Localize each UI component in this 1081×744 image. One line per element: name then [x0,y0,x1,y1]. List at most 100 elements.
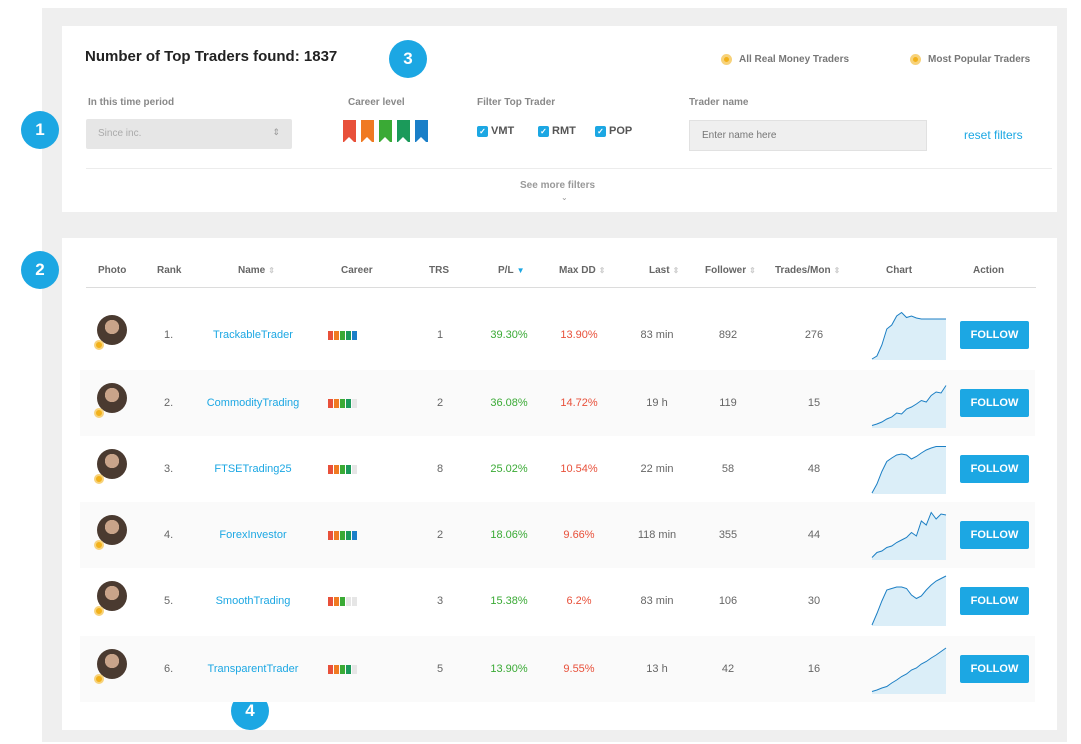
max-dd-value: 14.72% [560,397,598,409]
max-dd-value: 10.54% [560,463,598,475]
trader-name-link[interactable]: SmoothTrading [193,568,313,634]
sort-icon: ⇕ [598,266,606,275]
career-mini-ribbon [328,464,333,474]
career-mini-ribbons [328,436,357,502]
career-mini-ribbon [346,530,351,540]
trs-value: 2 [436,397,444,409]
pop-checkbox[interactable]: ✓ POP [595,125,632,137]
sort-desc-icon: ▼ [516,266,525,275]
trader-name-link[interactable]: TransparentTrader [193,636,313,702]
last-value: 83 min [640,329,674,341]
career-level-icon [328,464,357,474]
table-row: 2. CommodityTrading 2 36.08% 14.72% 19 h… [80,370,1035,436]
career-ribbon-icon[interactable] [397,120,410,143]
max-dd-value: 13.90% [560,329,598,341]
career-mini-ribbon [352,330,357,340]
career-mini-ribbon [346,398,351,408]
table-row: 5. SmoothTrading 3 15.38% 6.2% 83 min 10… [80,568,1035,634]
star-badge-icon [94,606,104,616]
chevron-down-icon[interactable]: ⌄ [561,193,568,202]
career-ribbon-icon[interactable] [361,120,374,143]
callout-marker: 3 [389,40,427,78]
follow-button[interactable]: FOLLOW [960,321,1029,349]
period-select[interactable]: Since inc. ⇕ [86,119,292,149]
col-action: Action [973,265,1005,276]
career-mini-ribbon [328,596,333,606]
pl-value: 18.06% [490,529,528,541]
trader-name-link[interactable]: FTSETrading25 [193,436,313,502]
header-divider [86,287,1036,288]
all-real-money-traders-option[interactable]: All Real Money Traders [721,54,849,65]
radio-icon [910,54,921,65]
trader-name-label: Trader name [689,97,749,108]
trader-name-link[interactable]: TrackableTrader [193,302,313,368]
rank: 3. [164,463,174,475]
trades-mon-value: 30 [807,595,821,607]
col-trades-mon[interactable]: Trades/Mon ⇕ [775,265,840,276]
career-level-label: Career level [348,97,405,108]
follower-value: 892 [718,329,738,341]
col-max-dd[interactable]: Max DD ⇕ [559,265,605,276]
career-mini-ribbon [334,664,339,674]
career-level-icon [328,530,357,540]
col-pl[interactable]: P/L ▼ [498,265,524,276]
col-trs: TRS [429,265,449,276]
chart-area [872,576,946,626]
follower-value: 355 [718,529,738,541]
checkbox-checked-icon: ✓ [538,125,549,137]
select-caret-icon: ⇕ [272,127,280,137]
follow-button[interactable]: FOLLOW [960,455,1029,483]
career-level-icon [328,664,357,674]
trs-value: 1 [436,329,444,341]
follow-button[interactable]: FOLLOW [960,521,1029,549]
col-rank: Rank [157,265,182,276]
career-level-ribbons[interactable] [343,120,428,143]
career-mini-ribbons [328,502,357,568]
reset-filters-link[interactable]: reset filters [964,128,1023,142]
star-badge-icon [94,674,104,684]
career-ribbon-icon[interactable] [379,120,392,143]
career-level-icon [328,596,357,606]
col-chart: Chart [886,265,913,276]
career-ribbon-icon[interactable] [343,120,356,143]
col-photo: Photo [98,265,127,276]
col-name[interactable]: Name ⇕ [238,265,275,276]
follow-button[interactable]: FOLLOW [960,389,1029,417]
radio-icon [721,54,732,65]
rank: 2. [164,397,174,409]
vmt-checkbox[interactable]: ✓ VMT [477,125,514,137]
table-row: 3. FTSETrading25 8 25.02% 10.54% 22 min … [80,436,1035,502]
trades-mon-value: 276 [804,329,824,341]
table-row: 6. TransparentTrader 5 13.90% 9.55% 13 h… [80,636,1035,702]
sort-icon: ⇕ [672,266,680,275]
chart-area [872,648,946,694]
traders-found-count: Number of Top Traders found: 1837 [85,48,338,65]
callout-marker: 1 [21,111,59,149]
col-follower[interactable]: Follower ⇕ [705,265,756,276]
see-more-filters-link[interactable]: See more filters [520,180,595,191]
trades-mon-value: 16 [807,663,821,675]
career-mini-ribbon [340,398,345,408]
career-mini-ribbon [334,398,339,408]
table-row: 4. ForexInvestor 2 18.06% 9.66% 118 min … [80,502,1035,568]
trades-mon-value: 44 [807,529,821,541]
rmt-checkbox[interactable]: ✓ RMT [538,125,576,137]
performance-chart [871,647,947,694]
career-mini-ribbon [334,464,339,474]
follow-button[interactable]: FOLLOW [960,587,1029,615]
last-value: 83 min [640,595,674,607]
career-mini-ribbon [340,596,345,606]
career-mini-ribbons [328,302,357,368]
career-mini-ribbon [340,330,345,340]
col-last[interactable]: Last ⇕ [649,265,679,276]
career-ribbon-icon[interactable] [415,120,428,143]
most-popular-traders-option[interactable]: Most Popular Traders [910,54,1030,65]
follow-button[interactable]: FOLLOW [960,655,1029,683]
trader-name-input[interactable] [689,120,927,151]
last-value: 22 min [640,463,674,475]
rank: 1. [164,329,174,341]
trader-name-link[interactable]: ForexInvestor [193,502,313,568]
career-mini-ribbon [352,464,357,474]
trader-name-link[interactable]: CommodityTrading [193,370,313,436]
max-dd-value: 9.55% [563,663,595,675]
